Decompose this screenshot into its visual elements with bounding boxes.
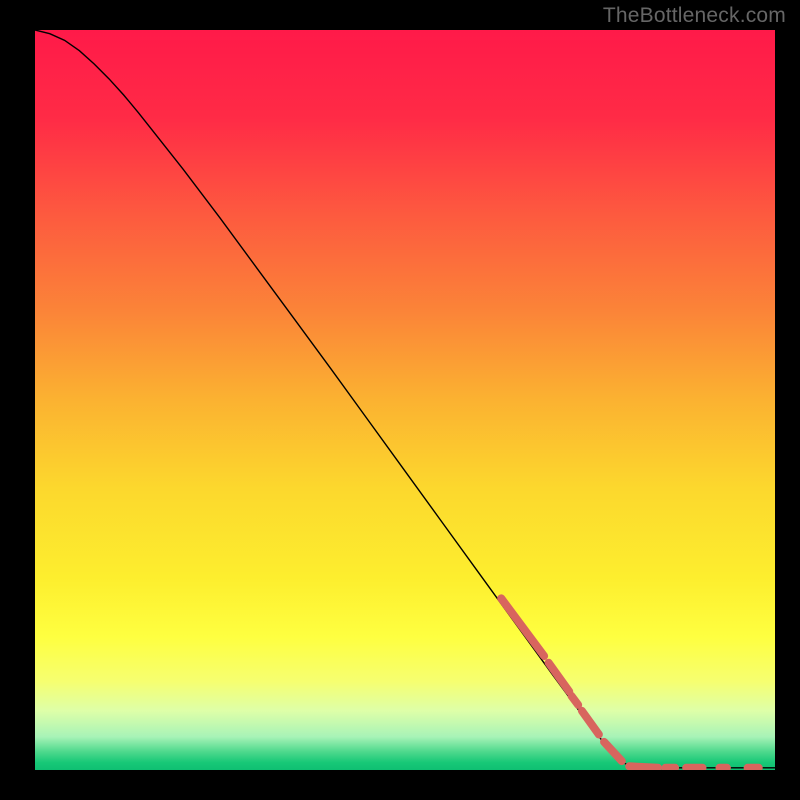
gradient-background	[35, 30, 775, 770]
chart-svg	[35, 30, 775, 770]
plot-area	[35, 30, 775, 770]
marker-segment	[629, 766, 658, 767]
watermark-text: TheBottleneck.com	[603, 4, 786, 28]
chart-stage: TheBottleneck.com	[0, 0, 800, 800]
marker-segment	[572, 696, 579, 705]
